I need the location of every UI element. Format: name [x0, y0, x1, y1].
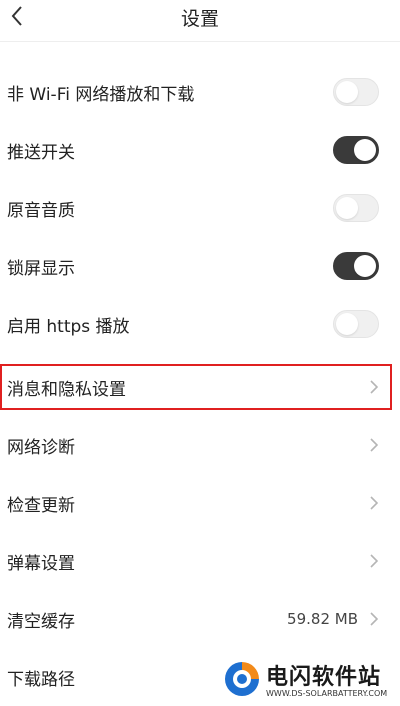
watermark-title: 电闪软件站	[266, 665, 382, 690]
row-label: 清空缓存	[7, 611, 75, 632]
header-divider	[0, 41, 400, 42]
chevron-right-icon	[368, 437, 380, 453]
row-label: 非 Wi-Fi 网络播放和下载	[7, 84, 195, 105]
chevron-right-icon	[368, 611, 380, 627]
row-label: 启用 https 播放	[7, 316, 130, 337]
toggle-knob	[336, 313, 358, 335]
lockscreen-toggle[interactable]	[333, 252, 379, 280]
toggle-knob	[354, 139, 376, 161]
row-wifi-play-download[interactable]: 非 Wi-Fi 网络播放和下载	[0, 63, 400, 121]
row-label: 弹幕设置	[7, 553, 75, 574]
row-label: 原音音质	[7, 200, 75, 221]
toggle-knob	[336, 197, 358, 219]
row-label: 消息和隐私设置	[7, 379, 126, 400]
chevron-right-icon	[368, 495, 380, 511]
cache-size-value: 59.82 MB	[287, 610, 358, 628]
row-label: 推送开关	[7, 142, 75, 163]
original-quality-toggle[interactable]	[333, 194, 379, 222]
row-label: 锁屏显示	[7, 258, 75, 279]
push-toggle[interactable]	[333, 136, 379, 164]
row-network-diagnosis[interactable]: 网络诊断	[0, 416, 400, 474]
site-logo-icon	[225, 662, 259, 696]
row-danmaku-settings[interactable]: 弹幕设置	[0, 532, 400, 590]
page-title: 设置	[180, 8, 219, 30]
toggle-knob	[354, 255, 376, 277]
toggle-knob	[336, 81, 358, 103]
watermark: 电闪软件站 WWW.DS-SOLARBATTERY.COM	[214, 653, 400, 705]
watermark-subtitle: WWW.DS-SOLARBATTERY.COM	[266, 689, 388, 698]
row-check-update[interactable]: 检查更新	[0, 474, 400, 532]
chevron-right-icon	[368, 553, 380, 569]
https-toggle[interactable]	[333, 310, 379, 338]
header-bar: 设置	[0, 0, 400, 36]
row-label: 网络诊断	[7, 437, 75, 458]
row-lockscreen[interactable]: 锁屏显示	[0, 237, 400, 295]
row-original-quality[interactable]: 原音音质	[0, 179, 400, 237]
row-clear-cache[interactable]: 清空缓存 59.82 MB	[0, 590, 400, 648]
chevron-right-icon	[368, 379, 380, 395]
row-push[interactable]: 推送开关	[0, 121, 400, 179]
row-https[interactable]: 启用 https 播放	[0, 295, 400, 353]
wifi-play-toggle[interactable]	[333, 78, 379, 106]
row-label: 检查更新	[7, 495, 75, 516]
row-message-privacy[interactable]: 消息和隐私设置	[0, 358, 400, 416]
row-label: 下载路径	[7, 669, 75, 690]
